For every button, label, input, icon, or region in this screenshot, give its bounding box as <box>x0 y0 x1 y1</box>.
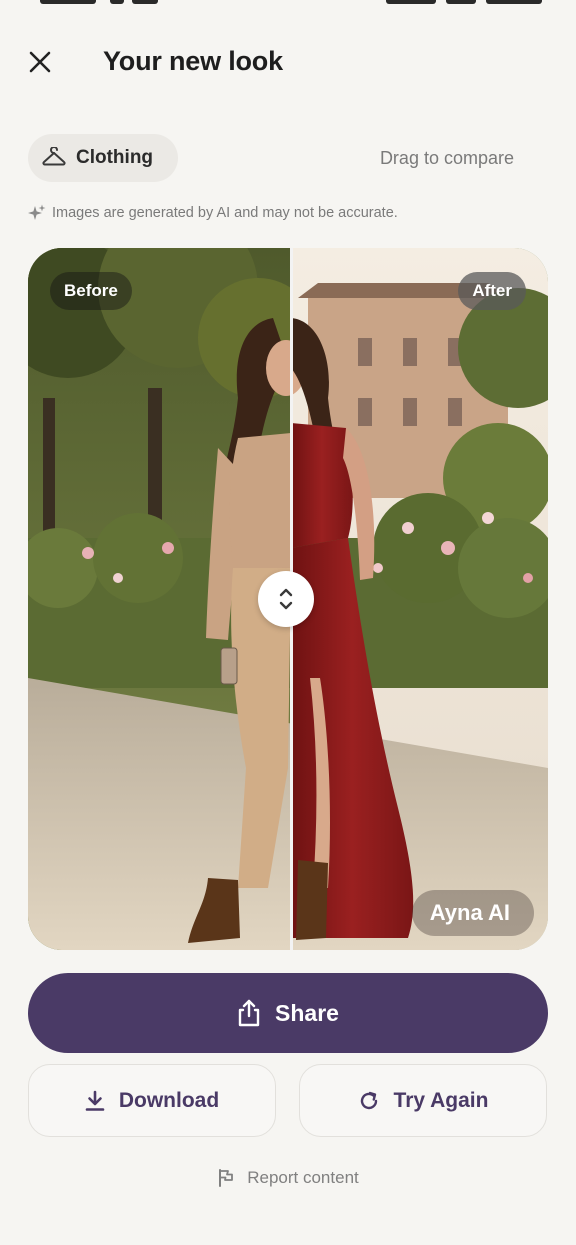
header: Your new look <box>0 36 576 88</box>
download-label: Download <box>118 1088 220 1112</box>
share-icon <box>238 999 260 1027</box>
ai-disclaimer: Images are generated by AI and may not b… <box>28 204 398 222</box>
before-tag: Before <box>50 272 132 310</box>
try-again-button[interactable]: Try Again <box>299 1064 547 1137</box>
page-title: Your new look <box>103 46 283 76</box>
report-content-link[interactable]: Report content <box>0 1166 576 1190</box>
status-bar <box>0 0 576 10</box>
ayna-ai-watermark: Ayna AI <box>411 890 534 936</box>
status-bar-right <box>386 0 546 4</box>
clothing-chip[interactable]: Clothing <box>28 134 178 182</box>
status-bar-left <box>40 0 170 4</box>
refresh-icon <box>360 1091 377 1109</box>
before-after-comparison[interactable]: Before After Ayna AI <box>28 248 548 950</box>
hanger-icon <box>42 147 66 166</box>
sparkle-icon <box>28 204 46 220</box>
try-again-label: Try Again <box>393 1088 489 1112</box>
report-label: Report content <box>247 1168 359 1187</box>
drag-hint: Drag to compare <box>379 148 514 168</box>
share-button[interactable]: Share <box>28 973 548 1053</box>
flag-icon <box>219 1169 234 1187</box>
chevron-up-down-icon <box>279 588 293 610</box>
close-button[interactable] <box>22 44 58 80</box>
disclaimer-text: Images are generated by AI and may not b… <box>52 205 398 221</box>
download-button[interactable]: Download <box>28 1064 276 1137</box>
chip-label: Clothing <box>76 147 154 168</box>
close-icon <box>29 51 51 73</box>
download-icon <box>85 1090 105 1111</box>
share-label: Share <box>275 999 339 1026</box>
after-tag: After <box>458 272 526 310</box>
compare-drag-handle[interactable] <box>258 571 314 627</box>
